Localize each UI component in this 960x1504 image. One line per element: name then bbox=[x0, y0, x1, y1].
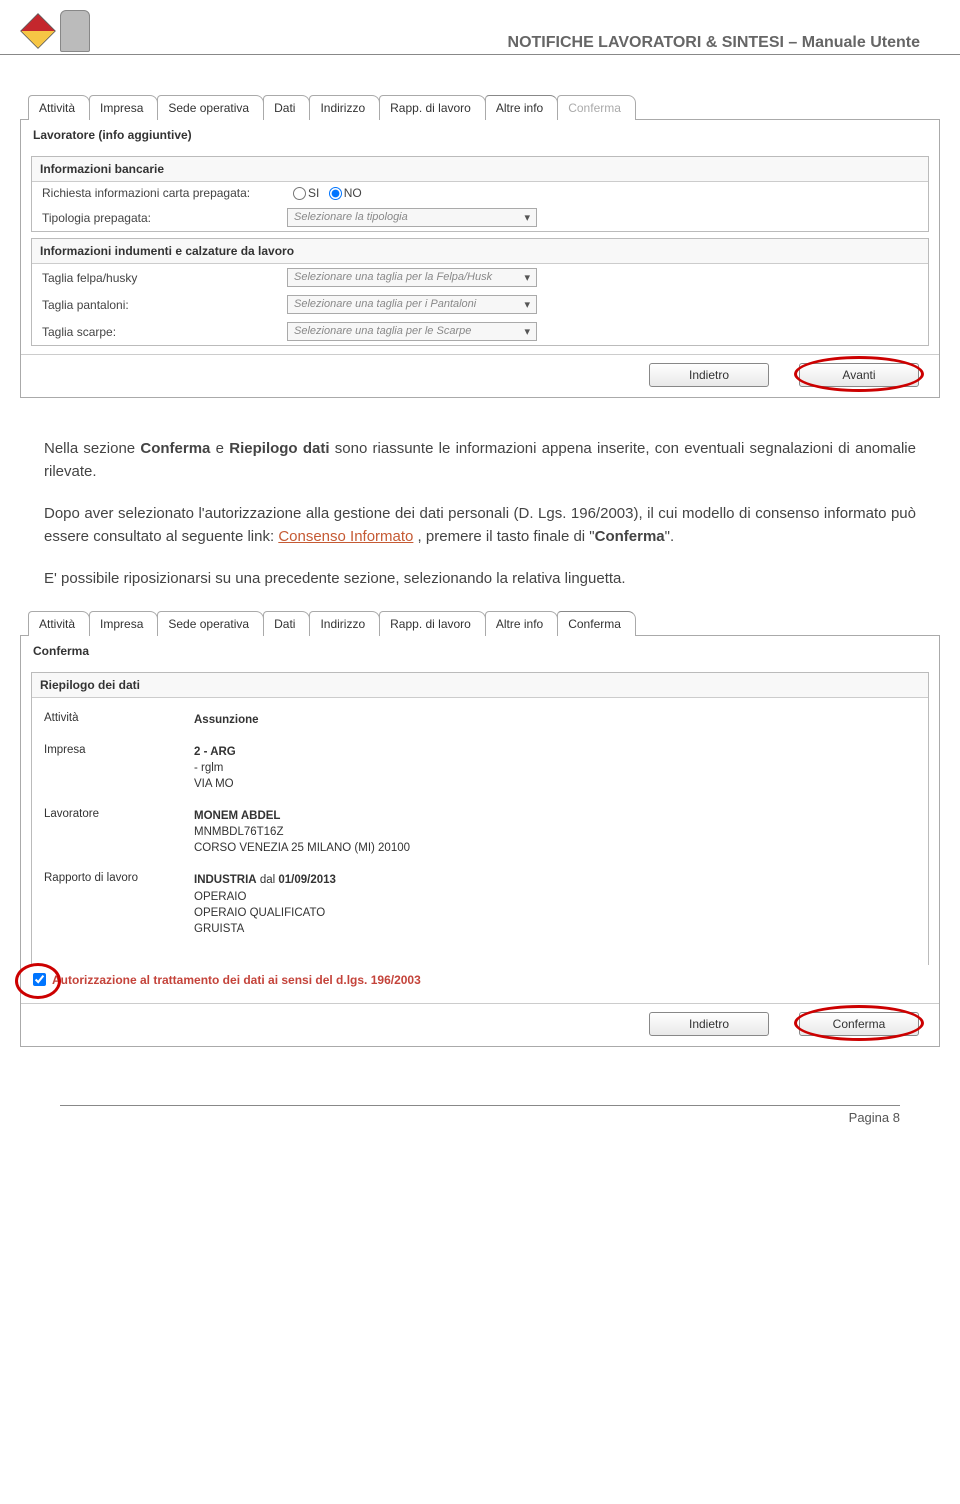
label-felpa: Taglia felpa/husky bbox=[42, 271, 287, 285]
group-title-riepilogo: Riepilogo dei dati bbox=[32, 673, 928, 698]
tab-sede[interactable]: Sede operativa bbox=[157, 95, 264, 120]
tab-rapporto[interactable]: Rapp. di lavoro bbox=[379, 611, 486, 636]
select-scarpe[interactable]: Selezionare una taglia per le Scarpe▾ bbox=[287, 322, 537, 341]
paragraph-1: Nella sezione Conferma e Riepilogo dati … bbox=[44, 438, 916, 483]
group-title-bancarie: Informazioni bancarie bbox=[32, 157, 928, 182]
tab-dati[interactable]: Dati bbox=[263, 611, 310, 636]
select-tipologia[interactable]: Selezionare la tipologia▾ bbox=[287, 208, 537, 227]
tab-conferma[interactable]: Conferma bbox=[557, 95, 636, 120]
tab-strip: Attività Impresa Sede operativa Dati Ind… bbox=[20, 95, 940, 120]
auth-text: Autorizzazione al trattamento dei dati a… bbox=[52, 973, 421, 987]
label-prepagata: Richiesta informazioni carta prepagata: bbox=[42, 186, 287, 200]
summary-row: AttivitàAssunzione bbox=[44, 704, 916, 736]
tab-impresa[interactable]: Impresa bbox=[89, 95, 158, 120]
radio-si[interactable] bbox=[293, 187, 306, 200]
paragraph-2: Dopo aver selezionato l'autorizzazione a… bbox=[44, 503, 916, 548]
group-indumenti: Informazioni indumenti e calzature da la… bbox=[31, 238, 929, 346]
summary-grid: AttivitàAssunzioneImpresa2 - ARG- rglmVI… bbox=[32, 698, 928, 965]
logo-icon-2 bbox=[60, 10, 90, 52]
summary-label: Impresa bbox=[44, 744, 194, 792]
auth-checkbox[interactable] bbox=[33, 973, 46, 986]
tab-altre-info[interactable]: Altre info bbox=[485, 95, 558, 120]
group-bancarie: Informazioni bancarie Richiesta informaz… bbox=[31, 156, 929, 232]
tab-strip-2: Attività Impresa Sede operativa Dati Ind… bbox=[20, 611, 940, 636]
back-button[interactable]: Indietro bbox=[649, 363, 769, 387]
summary-row: LavoratoreMONEM ABDELMNMBDL76T16ZCORSO V… bbox=[44, 800, 916, 864]
tab-dati[interactable]: Dati bbox=[263, 95, 310, 120]
page-title: NOTIFICHE LAVORATORI & SINTESI – Manuale… bbox=[508, 34, 920, 52]
back-button[interactable]: Indietro bbox=[649, 1012, 769, 1036]
radio-no[interactable] bbox=[329, 187, 342, 200]
summary-row: Impresa2 - ARG- rglmVIA MO bbox=[44, 736, 916, 800]
next-button[interactable]: Avanti bbox=[799, 363, 919, 387]
confirm-button[interactable]: Conferma bbox=[799, 1012, 919, 1036]
consenso-link[interactable]: Consenso Informato bbox=[278, 528, 413, 545]
tab-rapporto[interactable]: Rapp. di lavoro bbox=[379, 95, 486, 120]
label-pantaloni: Taglia pantaloni: bbox=[42, 298, 287, 312]
group-riepilogo: Riepilogo dei dati AttivitàAssunzioneImp… bbox=[31, 672, 929, 965]
radio-si-label: SI bbox=[308, 186, 319, 200]
summary-value: INDUSTRIA dal 01/09/2013OPERAIOOPERAIO Q… bbox=[194, 872, 336, 936]
row-scarpe: Taglia scarpe: Selezionare una taglia pe… bbox=[32, 318, 928, 345]
button-row: Indietro Avanti bbox=[21, 354, 939, 397]
summary-row: Rapporto di lavoroINDUSTRIA dal 01/09/20… bbox=[44, 864, 916, 944]
row-felpa: Taglia felpa/husky Selezionare una tagli… bbox=[32, 264, 928, 291]
button-row-2: Indietro Conferma bbox=[21, 1003, 939, 1046]
tab-indirizzo[interactable]: Indirizzo bbox=[309, 95, 380, 120]
summary-value: Assunzione bbox=[194, 712, 259, 728]
select-felpa[interactable]: Selezionare una taglia per la Felpa/Husk… bbox=[287, 268, 537, 287]
summary-label: Lavoratore bbox=[44, 808, 194, 856]
logo-icon-1 bbox=[20, 13, 56, 49]
row-pantaloni: Taglia pantaloni: Selezionare una taglia… bbox=[32, 291, 928, 318]
radio-group-prepagata: SI NO bbox=[287, 186, 362, 200]
caret-icon: ▾ bbox=[524, 298, 530, 311]
label-tipologia: Tipologia prepagata: bbox=[42, 211, 287, 225]
summary-value: MONEM ABDELMNMBDL76T16ZCORSO VENEZIA 25 … bbox=[194, 808, 410, 856]
summary-label: Rapporto di lavoro bbox=[44, 872, 194, 936]
section-title: Lavoratore (info aggiuntive) bbox=[21, 120, 939, 150]
panel-altre-info: Lavoratore (info aggiuntive) Informazion… bbox=[20, 120, 940, 398]
tab-impresa[interactable]: Impresa bbox=[89, 611, 158, 636]
caret-icon: ▾ bbox=[524, 325, 530, 338]
auth-row: Autorizzazione al trattamento dei dati a… bbox=[21, 965, 939, 995]
group-title-indumenti: Informazioni indumenti e calzature da la… bbox=[32, 239, 928, 264]
tab-altre-info[interactable]: Altre info bbox=[485, 611, 558, 636]
page-footer: Pagina 8 bbox=[60, 1105, 900, 1125]
logo-area bbox=[20, 10, 90, 52]
tab-attivita[interactable]: Attività bbox=[28, 95, 90, 120]
tab-sede[interactable]: Sede operativa bbox=[157, 611, 264, 636]
tab-attivita[interactable]: Attività bbox=[28, 611, 90, 636]
tab-indirizzo[interactable]: Indirizzo bbox=[309, 611, 380, 636]
row-tipologia: Tipologia prepagata: Selezionare la tipo… bbox=[32, 204, 928, 231]
radio-no-label: NO bbox=[344, 186, 362, 200]
screenshot-altre-info: Attività Impresa Sede operativa Dati Ind… bbox=[20, 95, 940, 398]
select-pantaloni[interactable]: Selezionare una taglia per i Pantaloni▾ bbox=[287, 295, 537, 314]
label-scarpe: Taglia scarpe: bbox=[42, 325, 287, 339]
caret-icon: ▾ bbox=[524, 211, 530, 224]
paragraph-3: E' possibile riposizionarsi su una prece… bbox=[44, 568, 916, 591]
section-title: Conferma bbox=[21, 636, 939, 666]
row-prepagata: Richiesta informazioni carta prepagata: … bbox=[32, 182, 928, 204]
caret-icon: ▾ bbox=[524, 271, 530, 284]
panel-conferma: Conferma Riepilogo dei dati AttivitàAssu… bbox=[20, 636, 940, 1047]
screenshot-conferma: Attività Impresa Sede operativa Dati Ind… bbox=[20, 611, 940, 1047]
tab-conferma[interactable]: Conferma bbox=[557, 611, 636, 636]
page-header: NOTIFICHE LAVORATORI & SINTESI – Manuale… bbox=[0, 0, 960, 55]
summary-value: 2 - ARG- rglmVIA MO bbox=[194, 744, 236, 792]
summary-label: Attività bbox=[44, 712, 194, 728]
